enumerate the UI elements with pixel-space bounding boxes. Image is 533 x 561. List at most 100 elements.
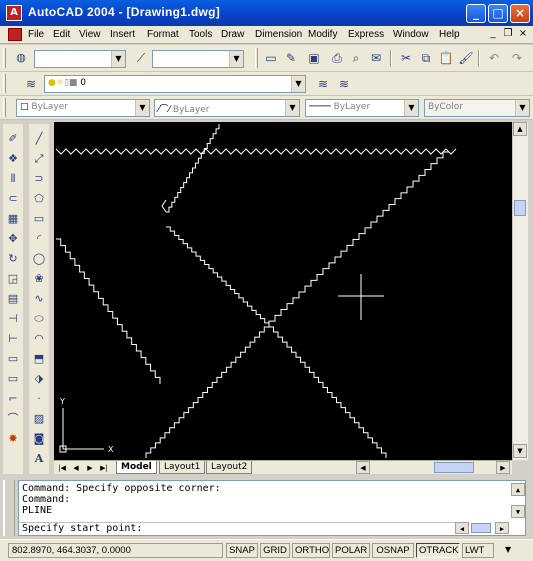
workspace-icon[interactable]: ◍: [12, 49, 30, 67]
break-icon[interactable]: ▭: [4, 350, 22, 368]
revision-cloud-icon[interactable]: ❀: [30, 270, 48, 288]
cmd-scroll-left-icon[interactable]: ◀: [455, 522, 469, 534]
new-icon[interactable]: ▭: [262, 49, 280, 67]
menu-view[interactable]: View: [79, 29, 101, 40]
hscroll-thumb[interactable]: [434, 462, 474, 473]
erase-icon[interactable]: ✐: [4, 130, 22, 148]
move-icon[interactable]: ✥: [4, 230, 22, 248]
vertical-scrollbar[interactable]: ▲ ▼: [512, 122, 528, 460]
tab-layout1[interactable]: Layout1: [159, 461, 206, 474]
explode-icon[interactable]: ✸: [4, 430, 22, 448]
minimize-button[interactable]: _: [466, 4, 486, 23]
region-icon[interactable]: ◙: [30, 430, 48, 448]
cmd-scroll-up-icon[interactable]: ▲: [511, 483, 525, 496]
cmd-scroll-down-icon[interactable]: ▼: [511, 505, 525, 518]
prev-tab-icon[interactable]: ◀: [70, 462, 82, 474]
rotate-icon[interactable]: ↻: [4, 250, 22, 268]
osnap-toggle[interactable]: OSNAP: [372, 543, 414, 558]
scale-icon[interactable]: ◲: [4, 270, 22, 288]
menu-insert[interactable]: Insert: [110, 29, 135, 40]
break-at-point-icon[interactable]: ▭: [4, 370, 22, 388]
scroll-thumb[interactable]: [514, 200, 526, 216]
plotstyle-combo[interactable]: ByColor ▼: [424, 99, 530, 117]
undo-icon[interactable]: ↶: [485, 49, 503, 67]
cut-icon[interactable]: ✂: [397, 49, 415, 67]
lwt-toggle[interactable]: LWT: [462, 543, 494, 558]
rectangle-icon[interactable]: ▭: [30, 210, 48, 228]
mirror-icon[interactable]: ⫴: [4, 170, 22, 188]
multiline-text-icon[interactable]: A: [30, 450, 48, 468]
dimstyle-icon[interactable]: ⟋: [132, 49, 150, 67]
scroll-up-icon[interactable]: ▲: [513, 122, 527, 136]
stretch-icon[interactable]: ▤: [4, 290, 22, 308]
save-icon[interactable]: ▣: [305, 49, 323, 67]
matchprop-icon[interactable]: 🖌: [457, 49, 475, 67]
menu-edit[interactable]: Edit: [53, 29, 70, 40]
ellipse-arc-icon[interactable]: ◠: [30, 330, 48, 348]
copy-object-icon[interactable]: ❖: [4, 150, 22, 168]
cmd-scroll-right-icon[interactable]: ▶: [495, 522, 509, 534]
ellipse-icon[interactable]: ⬭: [30, 310, 48, 328]
toolbar-grip[interactable]: [3, 48, 6, 68]
scroll-down-icon[interactable]: ▼: [513, 444, 527, 458]
menu-dimension[interactable]: Dimension: [255, 29, 302, 40]
menu-draw[interactable]: Draw: [221, 29, 244, 40]
layers-manager-icon[interactable]: ≋: [22, 75, 40, 93]
drawing-canvas[interactable]: Y X: [54, 122, 512, 460]
polygon-icon[interactable]: ⬠: [30, 190, 48, 208]
publish-icon[interactable]: ✉: [367, 49, 385, 67]
line-icon[interactable]: ╱: [30, 130, 48, 148]
command-window-grip[interactable]: [3, 480, 15, 536]
lineweight-combo[interactable]: ──── ByLayer ▼: [305, 99, 419, 117]
toolbar-grip[interactable]: [3, 98, 6, 117]
insert-block-icon[interactable]: ⬒: [30, 350, 48, 368]
copy-icon[interactable]: ⧉: [417, 49, 435, 67]
make-layer-current-icon[interactable]: ≋: [314, 75, 332, 93]
command-window[interactable]: Command: Specify opposite corner: Comman…: [18, 480, 526, 536]
trim-icon[interactable]: ⊣: [4, 310, 22, 328]
menu-tools[interactable]: Tools: [189, 29, 212, 40]
dimstyle-combo[interactable]: ▼: [152, 50, 244, 68]
menu-modify[interactable]: Modify: [308, 29, 337, 40]
snap-toggle[interactable]: SNAP: [226, 543, 258, 558]
first-tab-icon[interactable]: |◀: [56, 462, 68, 474]
toolbar-grip[interactable]: [3, 74, 6, 93]
construction-line-icon[interactable]: ⤢: [30, 150, 48, 168]
close-button[interactable]: ×: [510, 4, 530, 23]
doc-minimize-icon[interactable]: _: [487, 28, 499, 39]
tab-model[interactable]: Model: [116, 461, 157, 474]
workspace-combo[interactable]: ▼: [34, 50, 126, 68]
spline-icon[interactable]: ∿: [30, 290, 48, 308]
paste-icon[interactable]: 📋: [437, 49, 455, 67]
circle-icon[interactable]: ◯: [30, 250, 48, 268]
scroll-right-icon[interactable]: ▶: [496, 461, 510, 474]
plot-icon[interactable]: ⎙: [328, 49, 346, 67]
last-tab-icon[interactable]: ▶|: [98, 462, 110, 474]
redo-icon[interactable]: ↷: [508, 49, 526, 67]
hatch-icon[interactable]: ▨: [30, 410, 48, 428]
doc-close-icon[interactable]: ×: [517, 28, 529, 39]
menu-format[interactable]: Format: [147, 29, 179, 40]
otrack-toggle[interactable]: OTRACK: [416, 543, 460, 558]
chamfer-icon[interactable]: ⌐: [4, 390, 22, 408]
menu-help[interactable]: Help: [439, 29, 460, 40]
preview-icon[interactable]: ⌕: [347, 49, 365, 67]
extend-icon[interactable]: ⊢: [4, 330, 22, 348]
next-tab-icon[interactable]: ▶: [84, 462, 96, 474]
color-combo[interactable]: □ ByLayer ▼: [16, 99, 150, 117]
arc-icon[interactable]: ◜: [30, 230, 48, 248]
toolbar-grip[interactable]: [255, 48, 258, 68]
ortho-toggle[interactable]: ORTHO: [292, 543, 330, 558]
menu-window[interactable]: Window: [393, 29, 429, 40]
polar-toggle[interactable]: POLAR: [332, 543, 370, 558]
grid-toggle[interactable]: GRID: [260, 543, 290, 558]
tab-layout2[interactable]: Layout2: [206, 461, 253, 474]
open-icon[interactable]: ✎: [282, 49, 300, 67]
polyline-icon[interactable]: ⊃: [30, 170, 48, 188]
layer-combo[interactable]: ●☼▯■ 0 ▼: [44, 75, 306, 93]
cmd-hscroll-thumb[interactable]: [471, 523, 491, 533]
doc-restore-icon[interactable]: ❐: [502, 28, 514, 39]
offset-icon[interactable]: ⊂: [4, 190, 22, 208]
fillet-icon[interactable]: ⌒: [4, 410, 22, 428]
array-icon[interactable]: ▦: [4, 210, 22, 228]
